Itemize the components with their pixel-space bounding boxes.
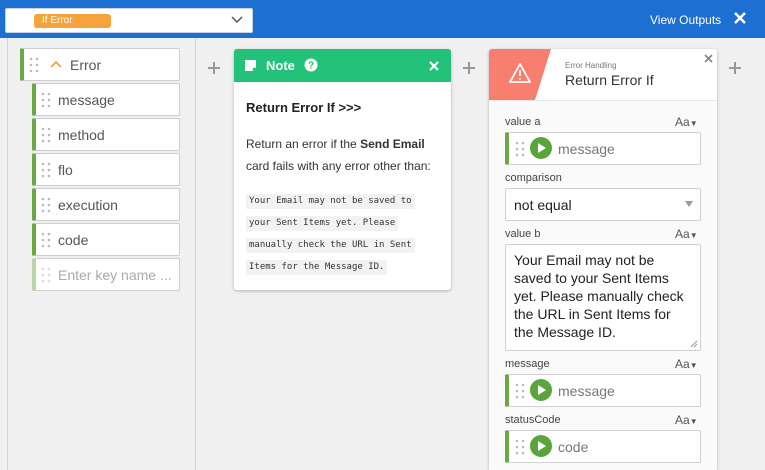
tree-item-label: code [58,232,89,248]
type-toggle-label: Aa [675,357,690,371]
type-toggle[interactable]: Aa▼ [675,227,698,241]
field-label: statusCode [505,414,561,426]
play-icon[interactable] [530,137,552,159]
tree-item-label: message [58,92,115,108]
new-key-input[interactable]: Enter key name ... [32,258,180,291]
help-icon[interactable]: ? [304,58,318,72]
warning-icon [489,49,551,100]
add-card-plus-icon[interactable] [207,61,221,75]
note-body-bold: Send Email [360,137,425,151]
drag-handle-icon[interactable] [515,383,525,399]
card-title: Return Error If [565,72,654,88]
note-body-text: card fails with any error other than: [246,159,431,173]
value-a-field[interactable]: message [505,132,701,165]
tree-item[interactable]: flo [32,153,180,186]
tree-root-label: Error [70,57,102,73]
add-card-plus-icon[interactable] [462,61,476,75]
close-icon[interactable] [732,10,748,26]
note-title: Note [266,58,295,73]
card-selector-dropdown[interactable]: If Error [5,8,253,33]
drag-handle-icon[interactable] [41,92,51,108]
field-label: value b [505,228,541,240]
drag-handle-icon[interactable] [41,127,51,143]
note-body: Return an error if the Send Email card f… [246,133,446,177]
note-icon [245,60,256,71]
value-b-text: Your Email may not be saved to your Sent… [514,252,684,340]
note-code-line: Your Email may not be saved to [246,194,415,209]
drag-handle-icon[interactable] [41,197,51,213]
note-code-line: Items for the Message ID. [246,260,388,275]
type-toggle[interactable]: Aa▼ [675,357,698,371]
tree-item[interactable]: method [32,118,180,151]
close-icon[interactable] [429,61,439,71]
tree-item[interactable]: code [32,223,180,256]
top-bar: If Error View Outputs [0,0,765,38]
tree-item-label: flo [58,162,73,178]
status-code-field[interactable]: code [505,430,701,463]
type-toggle-label: Aa [675,115,690,129]
type-toggle-label: Aa [675,227,690,241]
dropdown-arrow-icon [685,201,693,207]
message-field[interactable]: message [505,374,701,407]
tree-item[interactable]: execution [32,188,180,221]
status-code-text: code [558,439,589,455]
resize-handle-icon[interactable] [690,340,698,348]
drag-handle-icon[interactable] [41,162,51,178]
note-card: Note ? Return Error If >>> Return an err… [234,49,451,290]
play-icon[interactable] [530,379,552,401]
drag-handle-icon[interactable] [41,232,51,248]
field-label: value a [505,116,541,128]
note-heading: Return Error If >>> [246,100,362,115]
svg-text:?: ? [308,61,314,72]
column-divider [7,38,8,470]
collapse-caret-icon[interactable] [50,59,62,69]
play-icon[interactable] [530,435,552,457]
card-category: Error Handling [565,61,617,70]
comparison-select[interactable]: not equal [505,188,701,221]
tree-root-error[interactable]: Error [20,48,180,81]
drag-handle-icon[interactable] [515,439,525,455]
add-card-plus-icon[interactable] [728,61,742,75]
drag-handle-icon [41,267,51,283]
note-body-text: Return an error if the [246,137,361,151]
note-header: Note ? [234,49,451,82]
comparison-value: not equal [514,197,572,213]
note-code-line: your Sent Items yet. Please [246,216,399,231]
tree-item[interactable]: message [32,83,180,116]
close-icon[interactable] [704,54,713,63]
type-toggle-label: Aa [675,413,690,427]
value-b-textarea[interactable]: Your Email may not be saved to your Sent… [505,244,701,351]
drag-handle-icon[interactable] [515,141,525,157]
message-text: message [558,383,615,399]
note-code-line: manually check the URL in Sent [246,238,415,253]
type-toggle[interactable]: Aa▼ [675,115,698,129]
field-label: message [505,358,550,370]
card-body: value a Aa▼ message comparison not equal… [489,100,717,470]
new-key-placeholder: Enter key name ... [58,267,172,283]
drag-handle-icon[interactable] [29,57,39,73]
view-outputs-link[interactable]: View Outputs [650,13,721,27]
chevron-down-icon [231,16,243,24]
selected-card-tag: If Error [34,14,111,28]
column-divider [195,38,196,470]
tree-item-label: method [58,127,105,143]
type-toggle[interactable]: Aa▼ [675,413,698,427]
tree-item-label: execution [58,197,118,213]
return-error-if-card: Error Handling Return Error If value a A… [489,49,717,470]
field-label: comparison [505,172,562,184]
value-a-text: message [558,141,615,157]
